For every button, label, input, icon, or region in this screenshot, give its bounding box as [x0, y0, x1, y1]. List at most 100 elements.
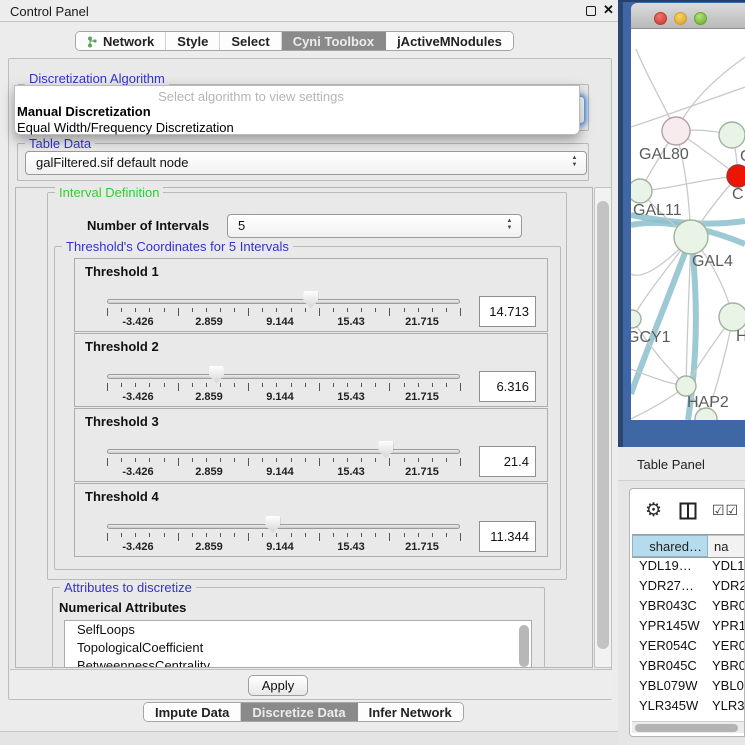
tab-style[interactable]: Style [166, 32, 220, 50]
list-scrollbar-thumb[interactable] [519, 625, 529, 667]
threshold-label: Threshold 1 [85, 264, 159, 279]
network-node-label: GAL80 [639, 146, 689, 163]
number-of-intervals-combobox[interactable]: 5 ▲▼ [227, 214, 522, 238]
table-rows: YDL19…YDL19…YDR27…YDR27…YBR043CYBR043CYP… [632, 558, 745, 721]
network-icon [87, 36, 98, 48]
table-row[interactable]: YDR27…YDR27… [632, 578, 745, 598]
split-column-icon[interactable] [679, 502, 697, 525]
threshold-label: Threshold 4 [85, 489, 159, 504]
zoom-button[interactable] [694, 12, 707, 25]
combo-arrows-icon: ▲▼ [570, 155, 579, 169]
bottom-tab-bar: Impute Data Discretize Data Infer Networ… [143, 702, 464, 722]
network-node-H-partial[interactable] [719, 303, 745, 331]
settings-scrollbar[interactable] [594, 187, 612, 668]
table-row[interactable]: YLR345WYLR345W [632, 698, 745, 718]
float-window-icon[interactable] [586, 6, 596, 16]
threshold-2-box: Threshold 2-3.4262.8599.14415.4321.71528… [74, 333, 548, 407]
combo-arrows-icon: ▲▼ [505, 218, 514, 232]
dropdown-option-equal-width[interactable]: Equal Width/Frequency Discretization [17, 120, 234, 135]
table-hscrollbar-thumb[interactable] [635, 724, 738, 732]
settings-scroll-area: Interval Definition Number of Intervals … [15, 187, 593, 668]
threshold-label: Threshold 3 [85, 414, 159, 429]
network-edge[interactable] [640, 176, 738, 191]
network-node-label: GAL11 [633, 202, 682, 219]
gear-icon[interactable]: ⚙ [645, 499, 662, 522]
threshold-slider-thumb[interactable] [303, 291, 318, 308]
threshold-value-field[interactable]: 6.316 [479, 371, 536, 402]
tab-cyni-toolbox[interactable]: Cyni Toolbox [282, 32, 386, 50]
tab-infer-network[interactable]: Infer Network [358, 703, 463, 721]
attribute-list-item[interactable]: BetweennessCentrality [65, 657, 531, 668]
threshold-3-box: Threshold 3 -3.4262.8599.14415.4321.71528… [74, 408, 548, 482]
network-node-HAP2[interactable] [676, 376, 696, 396]
threshold-slider-track[interactable] [107, 374, 460, 379]
table-row[interactable]: YBR045CYBR045C [632, 658, 745, 678]
table-card: ⚙ ☑☑ shared… na YDL19…YDL19…YDR27…YDR27…… [629, 488, 745, 737]
threshold-label: Threshold 2 [85, 339, 159, 354]
network-edge[interactable] [686, 237, 691, 386]
table-row[interactable]: YBR043CYBR043C [632, 598, 745, 618]
network-node-selected-node[interactable] [727, 165, 745, 187]
table-row[interactable]: YBL079WYBL079W [632, 678, 745, 698]
window-frame-edge [618, 0, 745, 2]
table-hscrollbar[interactable] [632, 721, 745, 733]
apply-button[interactable]: Apply [248, 675, 308, 696]
column-header-name[interactable]: na [708, 535, 745, 557]
threshold-4-box: Threshold 4-3.4262.8599.14415.4321.71528… [74, 483, 548, 557]
threshold-slider-thumb[interactable] [378, 441, 393, 458]
threshold-value-field[interactable]: 21.4 [479, 446, 536, 477]
network-edge[interactable] [676, 57, 745, 131]
panel-bottom-strip [0, 731, 618, 745]
thresholds-group-label: Threshold's Coordinates for 5 Intervals [62, 239, 293, 254]
threshold-slider-thumb[interactable] [265, 516, 280, 533]
table-row[interactable]: YER054CYER054C [632, 638, 745, 658]
network-canvas[interactable]: GAL80G.CGAL11GAL4GCY1HHAP2 [631, 29, 745, 420]
threshold-slider-track[interactable] [107, 299, 460, 304]
threshold-slider-track[interactable] [107, 449, 460, 454]
network-edge[interactable] [631, 87, 745, 127]
table-panel-titlebar: Table Panel [618, 447, 745, 481]
network-node-GAL4[interactable] [674, 220, 708, 254]
threshold-slider-thumb[interactable] [209, 366, 224, 383]
attribute-list-item[interactable]: SelfLoops [65, 621, 531, 639]
settings-scrollbar-thumb[interactable] [597, 201, 609, 649]
attribute-list-item[interactable]: TopologicalCoefficient [65, 639, 531, 657]
network-node-label: C [732, 186, 744, 203]
close-button[interactable] [654, 12, 667, 25]
table-panel: Table Panel ⚙ ☑☑ shared… na YDL19…YDL19…… [618, 447, 745, 745]
close-icon[interactable]: ✕ [603, 2, 614, 18]
numerical-attributes-list[interactable]: SelfLoopsTopologicalCoefficientBetweenne… [64, 620, 532, 668]
table-panel-title: Table Panel [637, 457, 705, 472]
network-node-label: GCY1 [631, 329, 671, 346]
network-node-label: G. [740, 148, 745, 165]
threshold-value-field[interactable]: 11.344 [479, 521, 536, 552]
threshold-value-field[interactable]: 14.713 [479, 296, 536, 327]
network-node-label: GAL4 [692, 253, 733, 270]
tab-select[interactable]: Select [220, 32, 281, 50]
top-tab-bar: Network Style Select Cyni Toolbox jActiv… [75, 31, 514, 51]
checkbox-pair-icon[interactable]: ☑☑ [712, 502, 739, 519]
slider-tick-labels: -3.4262.8599.14415.4321.71528 [107, 466, 461, 479]
network-node-GAL11[interactable] [631, 179, 652, 203]
tab-impute-data[interactable]: Impute Data [144, 703, 241, 721]
attributes-group-label: Attributes to discretize [60, 580, 196, 595]
number-of-intervals-label: Number of Intervals [87, 218, 209, 233]
control-panel-titlebar: Control Panel ✕ [0, 0, 618, 22]
table-row[interactable]: YDL19…YDL19… [632, 558, 745, 578]
network-node-GCY1[interactable] [631, 310, 641, 328]
network-window-titlebar[interactable] [631, 3, 745, 29]
threshold-slider-track[interactable] [107, 524, 460, 529]
table-data-combobox[interactable]: galFiltered.sif default node ▲▼ [25, 151, 587, 175]
panel-title: Control Panel [10, 4, 89, 19]
numerical-attributes-label: Numerical Attributes [59, 600, 186, 615]
network-node-GAL80[interactable] [662, 117, 690, 145]
tab-jactivemnodules[interactable]: jActiveMNodules [386, 32, 513, 50]
tab-discretize-data[interactable]: Discretize Data [241, 703, 357, 721]
algorithm-dropdown-popup: Select algorithm to view settings Manual… [14, 85, 580, 135]
minimize-button[interactable] [674, 12, 687, 25]
dropdown-option-manual[interactable]: Manual Discretization [17, 104, 151, 119]
table-row[interactable]: YPR145WYPR145W [632, 618, 745, 638]
tab-network[interactable]: Network [76, 32, 166, 50]
network-node-G-partial[interactable] [719, 122, 745, 148]
column-header-shared[interactable]: shared… [632, 535, 708, 557]
